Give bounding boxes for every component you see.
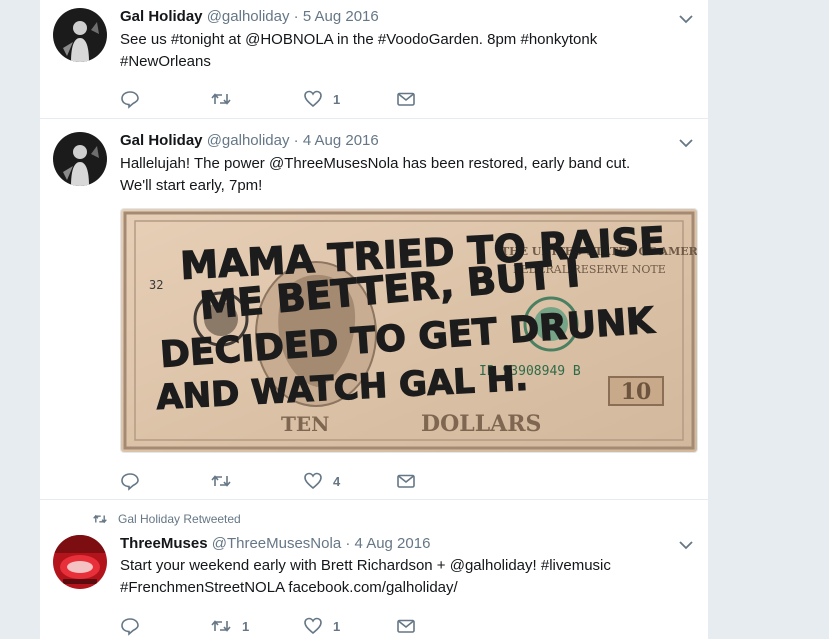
tweet-media-photo[interactable]: 10 TEN DOLLARS THE UNITED STATES OF AMER… — [120, 208, 698, 453]
avatar[interactable] — [53, 132, 107, 186]
timeline[interactable]: Gal Holiday @galholiday · 5 Aug 2016 See… — [40, 0, 708, 639]
separator: · — [293, 8, 299, 25]
reply-button[interactable] — [120, 469, 150, 493]
retweet-context-text[interactable]: Gal Holiday Retweeted — [118, 512, 241, 526]
tweet-text-line: We'll start early, 7pm! — [120, 177, 263, 194]
tweet[interactable]: Gal Holiday Retweeted ThreeMuses @ThreeM… — [40, 500, 708, 639]
avatar[interactable] — [53, 8, 107, 62]
bill-corner-numeral: 10 — [621, 379, 652, 405]
chevron-down-icon[interactable] — [678, 11, 694, 27]
tweet-date[interactable]: 4 Aug 2016 — [303, 132, 379, 149]
tweet-text: Hallelujah! The power @ThreeMusesNola ha… — [120, 153, 680, 197]
tweet-text: Start your weekend early with Brett Rich… — [120, 555, 680, 599]
tweet-text: See us #tonight at @HOBNOLA in the #Vood… — [120, 29, 680, 73]
avatar[interactable] — [53, 535, 107, 589]
separator: · — [345, 535, 351, 552]
heart-icon — [304, 617, 322, 635]
retweet-context: Gal Holiday Retweeted — [92, 512, 241, 526]
tweet-actions: 1 1 — [120, 614, 440, 638]
retweet-icon — [211, 93, 231, 105]
retweet-button[interactable] — [210, 87, 242, 111]
direct-message-icon — [397, 474, 415, 488]
retweet-count: 1 — [242, 618, 250, 634]
direct-message-button[interactable] — [396, 614, 416, 638]
direct-message-button[interactable] — [396, 469, 416, 493]
tweet-text-line: See us #tonight at @HOBNOLA in the #Vood… — [120, 31, 598, 48]
user-name[interactable]: Gal Holiday — [120, 132, 203, 149]
user-name[interactable]: ThreeMuses — [120, 535, 208, 552]
tweet[interactable]: Gal Holiday @galholiday · 4 Aug 2016 Hal… — [40, 119, 708, 500]
tweet-actions: 4 — [120, 469, 440, 493]
direct-message-icon — [397, 619, 415, 633]
retweet-button[interactable] — [210, 469, 242, 493]
reply-button[interactable] — [120, 87, 150, 111]
retweet-icon — [211, 620, 231, 632]
tweet-text-line: #FrenchmenStreetNOLA facebook.com/galhol… — [120, 579, 458, 596]
retweeted-icon — [93, 514, 107, 524]
like-button[interactable]: 1 — [303, 614, 340, 638]
retweet-button[interactable]: 1 — [210, 614, 249, 638]
direct-message-icon — [397, 92, 415, 106]
direct-message-button[interactable] — [396, 87, 416, 111]
chevron-down-icon[interactable] — [678, 135, 694, 151]
user-handle[interactable]: @ThreeMusesNola — [212, 535, 341, 552]
bill-left-code: 32 — [149, 278, 163, 292]
reply-icon — [121, 473, 139, 491]
reply-icon — [121, 618, 139, 636]
tweet[interactable]: Gal Holiday @galholiday · 5 Aug 2016 See… — [40, 0, 708, 119]
heart-icon — [304, 472, 322, 490]
tweet-text-line: #NewOrleans — [120, 53, 211, 70]
tweet-text-line: Hallelujah! The power @ThreeMusesNola ha… — [120, 155, 631, 172]
like-count: 4 — [333, 473, 341, 489]
reply-button[interactable] — [120, 614, 150, 638]
separator: · — [293, 132, 299, 149]
ten-dollar-bill-image: 10 TEN DOLLARS THE UNITED STATES OF AMER… — [121, 209, 697, 452]
tweet-actions: 1 — [120, 87, 440, 111]
retweet-icon — [211, 475, 231, 487]
user-handle[interactable]: @galholiday — [207, 8, 290, 25]
user-handle[interactable]: @galholiday — [207, 132, 290, 149]
left-gutter — [0, 0, 40, 639]
heart-icon — [304, 90, 322, 108]
tweet-header: Gal Holiday @galholiday · 4 Aug 2016 — [120, 132, 379, 149]
chevron-down-icon[interactable] — [678, 537, 694, 553]
reply-icon — [121, 91, 139, 109]
tweet-header: Gal Holiday @galholiday · 5 Aug 2016 — [120, 8, 379, 25]
right-gutter — [708, 0, 829, 639]
tweet-date[interactable]: 4 Aug 2016 — [355, 535, 431, 552]
bill-ten: TEN — [281, 412, 329, 436]
like-button[interactable]: 4 — [303, 469, 340, 493]
tweet-date[interactable]: 5 Aug 2016 — [303, 8, 379, 25]
like-count: 1 — [333, 618, 341, 634]
bill-dollars: DOLLARS — [421, 411, 541, 437]
tweet-text-line: Start your weekend early with Brett Rich… — [120, 557, 611, 574]
like-button[interactable]: 1 — [303, 87, 340, 111]
like-count: 1 — [333, 91, 341, 107]
user-name[interactable]: Gal Holiday — [120, 8, 203, 25]
tweet-header: ThreeMuses @ThreeMusesNola · 4 Aug 2016 — [120, 535, 430, 552]
